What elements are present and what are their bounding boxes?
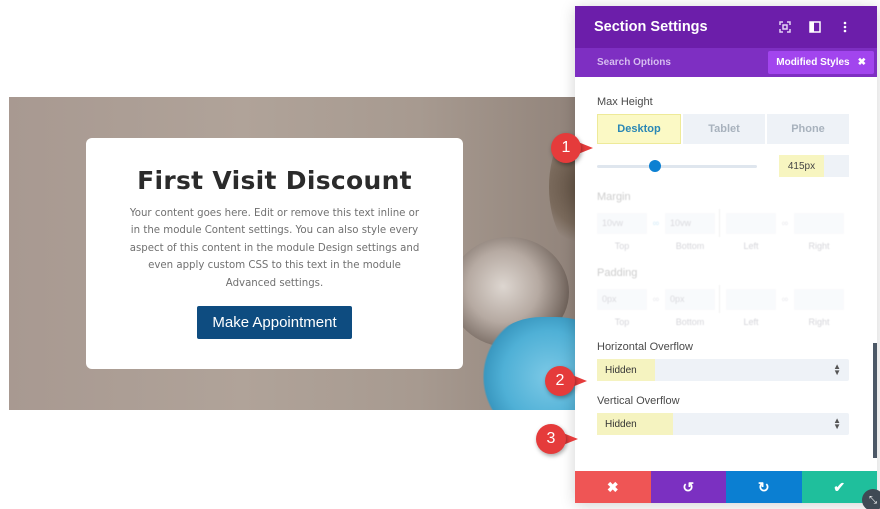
panel-toolbar: Search Options Modified Styles ✖ (575, 48, 877, 77)
link-icon[interactable]: ∞ (647, 294, 665, 304)
make-appointment-button[interactable]: Make Appointment (197, 306, 352, 340)
redo-icon: ↻ (757, 478, 770, 495)
redo-button[interactable]: ↻ (726, 471, 802, 503)
check-icon: ✔ (833, 478, 846, 495)
link-icon[interactable]: ∞ (776, 294, 794, 304)
vertical-overflow-label: Vertical Overflow (597, 395, 680, 407)
panel-header: Section Settings (575, 6, 877, 48)
slider-thumb[interactable] (648, 159, 661, 172)
horizontal-overflow-value: Hidden (597, 359, 655, 381)
panel-title: Section Settings (594, 19, 708, 35)
annotation-callout: 2 (545, 366, 587, 402)
max-height-value-input[interactable]: 415px (779, 155, 849, 177)
padding-right-input[interactable] (794, 288, 844, 310)
max-height-slider-row: 415px (597, 155, 849, 177)
tab-desktop[interactable]: Desktop (597, 114, 681, 144)
annotation-callout: 1 (551, 133, 593, 169)
margin-group: Margin 10vw ∞ 10vw ∞ Top Bottom Left Rig… (597, 191, 855, 251)
modified-styles-label: Modified Styles (776, 57, 850, 68)
promo-body-text: Your content goes here. Edit or remove t… (129, 208, 420, 289)
resize-handle-icon[interactable]: ⤡ (862, 489, 880, 509)
padding-top-caption: Top (614, 317, 630, 327)
callout-number: 2 (545, 366, 575, 396)
margin-left-caption: Left (743, 241, 759, 251)
split-view-icon[interactable] (802, 21, 828, 33)
margin-top-input[interactable]: 10vw (597, 212, 647, 234)
margin-bottom-caption: Bottom (675, 241, 705, 251)
max-height-slider[interactable] (597, 159, 757, 172)
margin-left-input[interactable] (726, 212, 776, 234)
search-options-input[interactable]: Search Options (597, 57, 671, 68)
padding-top-input[interactable]: 0px (597, 288, 647, 310)
section-settings-panel: Section Settings Search Options Modified… (575, 6, 877, 503)
padding-right-caption: Right (808, 317, 830, 327)
padding-label: Padding (597, 267, 638, 279)
callout-number: 1 (551, 133, 581, 163)
vertical-overflow-value: Hidden (597, 413, 673, 435)
padding-bottom-caption: Bottom (675, 317, 705, 327)
padding-group: Padding 0px ∞ 0px ∞ Top Bottom Left Righ… (597, 267, 855, 327)
padding-left-input[interactable] (726, 288, 776, 310)
callout-number: 3 (536, 424, 566, 454)
panel-footer: ✖ ↺ ↻ ✔ (575, 471, 877, 503)
promo-heading: First Visit Discount (137, 166, 412, 195)
cancel-button[interactable]: ✖ (575, 471, 651, 503)
select-arrows-icon: ▲ ▼ (833, 362, 841, 377)
max-height-label: Max Height (597, 96, 653, 108)
close-icon: ✖ (606, 478, 619, 495)
undo-icon: ↺ (682, 478, 695, 495)
close-icon[interactable]: ✖ (858, 57, 866, 68)
margin-top-caption: Top (614, 241, 630, 251)
divider (719, 209, 720, 237)
device-tabs: Desktop Tablet Phone (597, 114, 849, 144)
margin-bottom-input[interactable]: 10vw (665, 212, 715, 234)
focus-icon[interactable] (772, 21, 798, 33)
panel-body: Max Height Desktop Tablet Phone 415px Ma… (575, 77, 877, 471)
link-icon[interactable]: ∞ (776, 218, 794, 228)
tab-phone[interactable]: Phone (767, 114, 849, 144)
modified-styles-filter[interactable]: Modified Styles ✖ (768, 51, 874, 74)
undo-button[interactable]: ↺ (650, 471, 726, 503)
promo-card: First Visit Discount Your content goes h… (86, 138, 463, 369)
margin-right-input[interactable] (794, 212, 844, 234)
link-icon[interactable]: ∞ (647, 218, 665, 228)
max-height-value: 415px (779, 155, 824, 177)
tab-tablet[interactable]: Tablet (683, 114, 765, 144)
horizontal-overflow-label: Horizontal Overflow (597, 341, 693, 353)
vertical-overflow-select[interactable]: Hidden ▲ ▼ (597, 413, 849, 435)
panel-scrollbar[interactable] (873, 343, 877, 458)
margin-label: Margin (597, 191, 631, 203)
padding-left-caption: Left (743, 317, 759, 327)
horizontal-overflow-select[interactable]: Hidden ▲ ▼ (597, 359, 849, 381)
margin-right-caption: Right (808, 241, 830, 251)
more-vertical-icon[interactable] (832, 21, 858, 33)
padding-bottom-input[interactable]: 0px (665, 288, 715, 310)
select-arrows-icon: ▲ ▼ (833, 416, 841, 431)
annotation-callout: 3 (536, 424, 578, 460)
divider (719, 285, 720, 313)
